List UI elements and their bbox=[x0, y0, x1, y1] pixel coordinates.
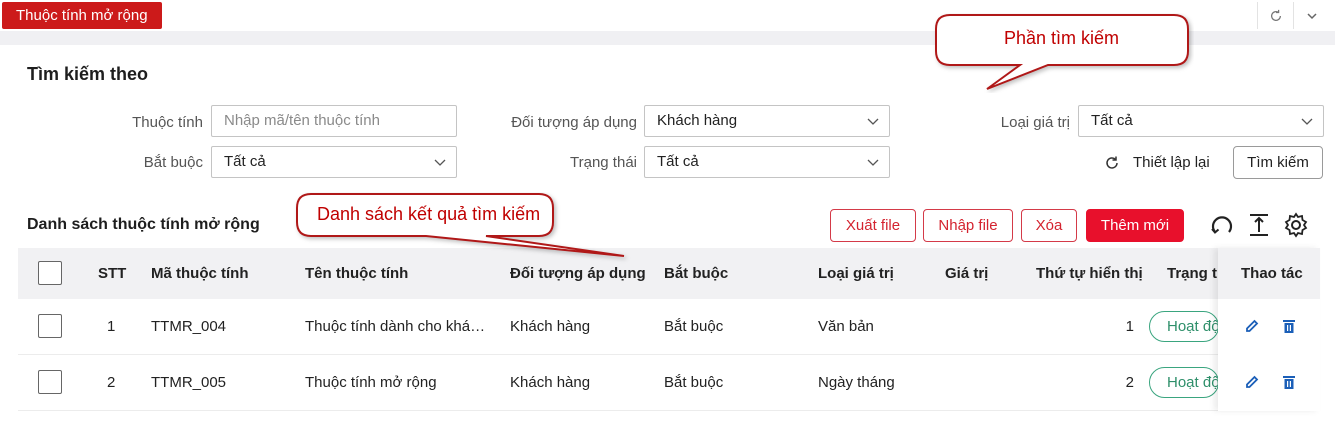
status-select[interactable]: Tất cả bbox=[644, 146, 890, 178]
chevron-down-icon bbox=[867, 159, 879, 166]
settings-gear-icon[interactable] bbox=[1283, 212, 1309, 238]
delete-button[interactable]: Xóa bbox=[1021, 209, 1077, 242]
status-label: Trạng thái bbox=[570, 154, 637, 171]
cell-code: TTMR_004 bbox=[151, 318, 227, 335]
cell-name: Thuộc tính mở rộng bbox=[305, 374, 437, 391]
cell-stt: 1 bbox=[107, 318, 116, 335]
export-file-button[interactable]: Xuất file bbox=[830, 209, 916, 242]
required-select[interactable]: Tất cả bbox=[211, 146, 457, 178]
col-status: Trạng thái bbox=[1167, 265, 1217, 282]
col-required: Bắt buộc bbox=[664, 265, 729, 282]
status-select-value: Tất cả bbox=[657, 153, 699, 170]
reset-label: Thiết lập lại bbox=[1133, 154, 1210, 171]
table-row[interactable]: 1 TTMR_004 Thuộc tính dành cho khách hàn… bbox=[18, 299, 1320, 355]
table-header: STT Mã thuộc tính Tên thuộc tính Đối tượ… bbox=[18, 248, 1320, 299]
top-actions bbox=[1257, 2, 1329, 29]
attribute-search-input[interactable]: Nhập mã/tên thuộc tính bbox=[211, 105, 457, 137]
status-badge: Hoạt động bbox=[1149, 311, 1219, 342]
cell-stt: 2 bbox=[107, 374, 116, 391]
refresh-icon[interactable] bbox=[1257, 2, 1293, 29]
page-tab-title[interactable]: Thuộc tính mở rộng bbox=[2, 2, 162, 29]
target-select[interactable]: Khách hàng bbox=[644, 105, 890, 137]
results-callout-shape bbox=[296, 193, 625, 257]
value-type-select-value: Tất cả bbox=[1091, 112, 1133, 129]
actions-header-cell: Thao tác bbox=[1218, 248, 1320, 299]
col-display-order: Thứ tự hiển thị bbox=[1036, 265, 1143, 282]
list-title: Danh sách thuộc tính mở rộng bbox=[27, 216, 260, 233]
table-row[interactable]: 2 TTMR_005 Thuộc tính mở rộng Khách hàng… bbox=[18, 355, 1320, 411]
edit-pencil-icon[interactable] bbox=[1244, 318, 1260, 334]
cell-display-order: 2 bbox=[1125, 374, 1134, 391]
col-actions: Thao tác bbox=[1241, 265, 1303, 282]
actions-column: Thao tác bbox=[1218, 248, 1320, 411]
cell-required: Bắt buộc bbox=[664, 318, 724, 335]
target-label: Đối tượng áp dụng bbox=[511, 114, 637, 131]
target-select-value: Khách hàng bbox=[657, 112, 738, 129]
value-type-select[interactable]: Tất cả bbox=[1078, 105, 1324, 137]
cell-display-order: 1 bbox=[1125, 318, 1134, 335]
col-value: Giá trị bbox=[945, 265, 989, 282]
delete-trash-icon[interactable] bbox=[1282, 318, 1296, 334]
status-badge: Hoạt động bbox=[1149, 367, 1219, 398]
edit-pencil-icon[interactable] bbox=[1244, 374, 1260, 390]
chevron-down-icon bbox=[867, 118, 879, 125]
value-type-label: Loại giá trị bbox=[1000, 114, 1070, 131]
required-select-value: Tất cả bbox=[224, 153, 266, 170]
chevron-down-icon bbox=[1301, 118, 1313, 125]
chevron-down-icon bbox=[434, 159, 446, 166]
add-new-button[interactable]: Thêm mới bbox=[1086, 209, 1184, 242]
search-title: Tìm kiếm theo bbox=[27, 64, 149, 84]
cell-value-type: Văn bản bbox=[818, 318, 874, 335]
column-height-icon[interactable] bbox=[1248, 213, 1270, 237]
reset-button[interactable]: Thiết lập lại bbox=[1103, 147, 1213, 178]
row-checkbox[interactable] bbox=[38, 314, 62, 338]
results-callout-text: Danh sách kết quả tìm kiếm bbox=[317, 204, 541, 224]
chevron-down-icon[interactable] bbox=[1293, 2, 1329, 29]
row-checkbox[interactable] bbox=[38, 370, 62, 394]
cell-target: Khách hàng bbox=[510, 318, 591, 335]
search-callout-shape bbox=[935, 14, 1189, 90]
required-label: Bắt buộc bbox=[143, 154, 203, 171]
col-value-type: Loại giá trị bbox=[818, 265, 894, 282]
attribute-label: Thuộc tính bbox=[132, 114, 203, 131]
cell-value-type: Ngày tháng bbox=[818, 374, 895, 391]
cell-required: Bắt buộc bbox=[664, 374, 724, 391]
cell-target: Khách hàng bbox=[510, 374, 591, 391]
col-stt: STT bbox=[98, 265, 127, 282]
refresh-icon bbox=[1106, 156, 1118, 169]
reload-icon[interactable] bbox=[1209, 213, 1235, 239]
import-file-button[interactable]: Nhập file bbox=[923, 209, 1013, 242]
delete-trash-icon[interactable] bbox=[1282, 374, 1296, 390]
select-all-checkbox[interactable] bbox=[38, 261, 62, 285]
cell-code: TTMR_005 bbox=[151, 374, 227, 391]
col-code: Mã thuộc tính bbox=[151, 265, 249, 282]
search-button[interactable]: Tìm kiếm bbox=[1233, 146, 1323, 179]
cell-name: Thuộc tính dành cho khách hàng bbox=[305, 318, 492, 335]
search-callout-text: Phần tìm kiếm bbox=[1004, 28, 1120, 48]
